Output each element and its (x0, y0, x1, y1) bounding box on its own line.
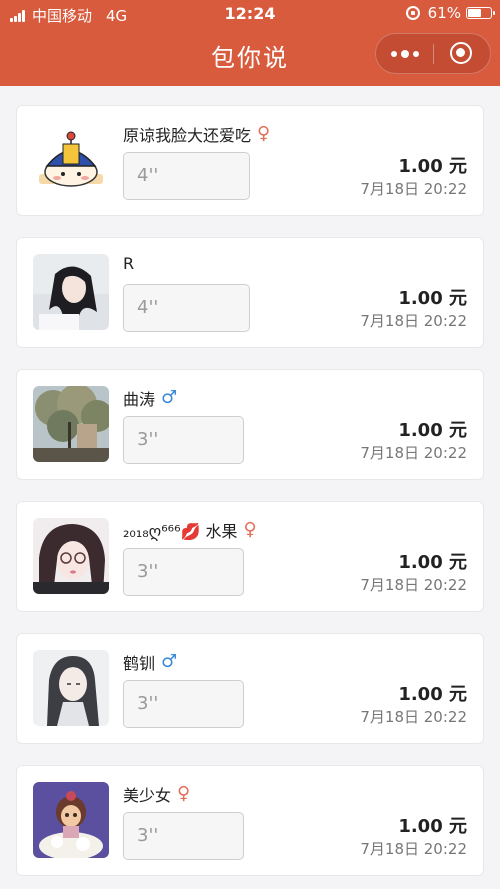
list-item[interactable]: 原谅我脸大还爱吃 ♀ 4'' 1.00 元 7月18日 20:22 (16, 105, 484, 216)
female-icon: ♀ (257, 123, 271, 144)
amount: 1.00 元 (398, 816, 467, 837)
amount: 1.00 元 (398, 552, 467, 573)
nickname: 曲涛 (123, 390, 156, 409)
voice-message-button[interactable]: 4'' (123, 284, 250, 332)
timestamp: 7月18日 20:22 (360, 708, 467, 726)
amount: 1.00 元 (398, 420, 467, 441)
list-item[interactable]: 美少女 ♀ 3'' 1.00 元 7月18日 20:22 (16, 765, 484, 876)
tree-photo-avatar (33, 386, 109, 462)
cartoon-hat-avatar (33, 122, 109, 198)
avatar (33, 650, 109, 726)
list-item[interactable]: ₂₀₁₈ღ⁶⁶⁶💋 水果 ♀ 3'' 1.00 元 7月18日 20:22 (16, 501, 484, 612)
close-target-icon[interactable] (450, 42, 472, 64)
battery-icon (466, 7, 495, 19)
list-item[interactable]: R 4'' 1.00 元 7月18日 20:22 (16, 237, 484, 348)
voice-message-button[interactable]: 3'' (123, 416, 244, 464)
nickname: 原谅我脸大还爱吃 (123, 126, 252, 145)
female-icon: ♀ (243, 519, 257, 540)
anime-portrait-avatar (33, 650, 109, 726)
nickname: 鹤钏 (123, 654, 156, 673)
timestamp: 7月18日 20:22 (360, 312, 467, 330)
more-button[interactable] (376, 34, 433, 73)
more-dots-icon (390, 50, 397, 57)
female-icon: ♀ (177, 783, 191, 804)
girl-photo-avatar (33, 254, 109, 330)
rotation-lock-icon (405, 6, 420, 20)
mini-program-capsule (375, 33, 491, 74)
male-icon: ♂ (161, 387, 178, 408)
avatar (33, 254, 109, 330)
girl-selfie-avatar (33, 518, 109, 594)
amount: 1.00 元 (398, 684, 467, 705)
voice-message-button[interactable]: 4'' (123, 152, 250, 200)
status-bar: 中国移动 4G 12:24 61% (0, 0, 500, 28)
amount: 1.00 元 (398, 288, 467, 309)
avatar (33, 518, 109, 594)
nickname: 美少女 (123, 786, 172, 805)
nickname: ₂₀₁₈ღ⁶⁶⁶💋 水果 (123, 522, 238, 541)
male-icon: ♂ (161, 651, 178, 672)
list-item[interactable]: 曲涛 ♂ 3'' 1.00 元 7月18日 20:22 (16, 369, 484, 480)
voice-message-button[interactable]: 3'' (123, 548, 244, 596)
timestamp: 7月18日 20:22 (360, 180, 467, 198)
doll-photo-avatar (33, 782, 109, 858)
voice-message-button[interactable]: 3'' (123, 680, 244, 728)
voice-message-button[interactable]: 3'' (123, 812, 244, 860)
capsule-divider (433, 44, 434, 64)
list-item[interactable]: 鹤钏 ♂ 3'' 1.00 元 7月18日 20:22 (16, 633, 484, 744)
amount: 1.00 元 (398, 156, 467, 177)
record-list: 原谅我脸大还爱吃 ♀ 4'' 1.00 元 7月18日 20:22 R 4'' … (0, 86, 500, 889)
app-header: 中国移动 4G 12:24 61% 包你说 (0, 0, 500, 86)
avatar (33, 782, 109, 858)
timestamp: 7月18日 20:22 (360, 576, 467, 594)
battery-level (468, 9, 482, 17)
battery-percent: 61% (427, 4, 461, 22)
timestamp: 7月18日 20:22 (360, 840, 467, 858)
timestamp: 7月18日 20:22 (360, 444, 467, 462)
nickname: R (123, 254, 135, 273)
avatar (33, 386, 109, 462)
avatar (33, 122, 109, 198)
